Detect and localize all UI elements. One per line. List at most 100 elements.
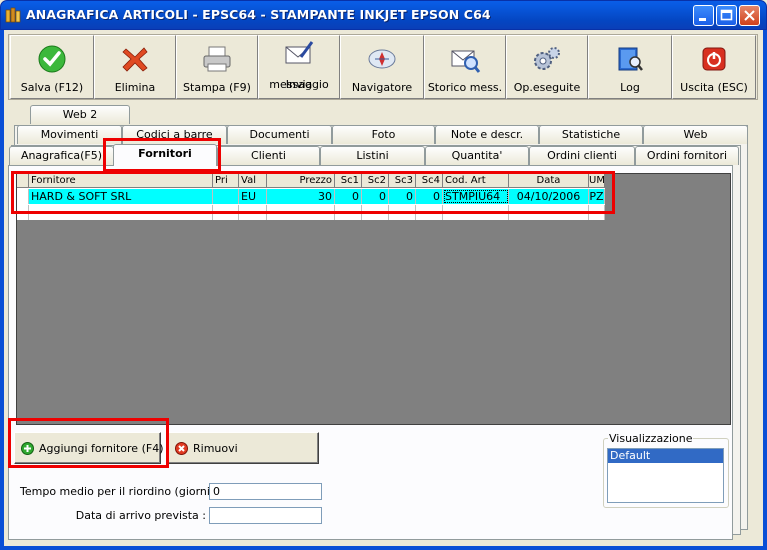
tab-codici-a-barre[interactable]: Codici a barre xyxy=(122,125,227,144)
tab-web-2[interactable]: Web 2 xyxy=(30,105,130,124)
navigator-label: Navigatore xyxy=(351,81,413,94)
column-header-sc4[interactable]: Sc4 xyxy=(416,174,443,188)
cell-fornitore[interactable]: HARD & SOFT SRL xyxy=(29,189,213,204)
tab-statistiche[interactable]: Statistiche xyxy=(539,125,643,144)
print-label: Stampa (F9) xyxy=(183,81,251,94)
empty-cell[interactable] xyxy=(362,205,389,220)
data-arrivo-label: Data di arrivo prevista : xyxy=(75,509,206,522)
row-indicator-header xyxy=(17,174,29,188)
window-frame-left xyxy=(0,30,4,550)
column-header-um[interactable]: UM xyxy=(589,174,605,188)
navigator-button[interactable]: Navigatore xyxy=(340,35,424,99)
column-header-pri[interactable]: Pri xyxy=(213,174,239,188)
cell-prezzo[interactable]: 30 xyxy=(267,189,335,204)
row-indicator xyxy=(17,189,29,204)
tempo-riordino-field[interactable]: 0 xyxy=(209,483,322,500)
message-history-label: Storico mess. xyxy=(427,81,503,94)
empty-cell[interactable] xyxy=(416,205,443,220)
column-header-prezzo[interactable]: Prezzo xyxy=(267,174,335,188)
log-label: Log xyxy=(620,81,640,94)
cell-um[interactable]: PZ xyxy=(589,189,605,204)
column-header-sc1[interactable]: Sc1 xyxy=(335,174,362,188)
tab-note-e-descr[interactable]: Note e descr. xyxy=(435,125,539,144)
save-button[interactable]: Salva (F12) xyxy=(10,35,94,99)
tab-web[interactable]: Web xyxy=(643,125,748,144)
empty-cell[interactable] xyxy=(335,205,362,220)
list-item[interactable]: Default xyxy=(608,449,723,463)
suppliers-grid[interactable]: Fornitore Pri Val Prezzo Sc1 Sc2 Sc3 Sc4… xyxy=(17,174,605,220)
printer-icon xyxy=(203,46,231,72)
empty-cell[interactable] xyxy=(213,205,239,220)
tab-anagrafica[interactable]: Anagrafica(F5) xyxy=(9,146,114,165)
print-button[interactable]: Stampa (F9) xyxy=(176,35,258,99)
delete-label: Elimina xyxy=(114,81,156,94)
log-button[interactable]: Log xyxy=(588,35,672,99)
cell-val[interactable]: EU xyxy=(239,189,267,204)
operations-button[interactable]: Op.eseguite xyxy=(506,35,588,99)
column-header-fornitore[interactable]: Fornitore xyxy=(29,174,213,188)
message-history-button[interactable]: Storico mess. xyxy=(424,35,506,99)
empty-cell[interactable] xyxy=(389,205,416,220)
power-icon xyxy=(702,47,726,71)
delete-button[interactable]: Elimina xyxy=(94,35,176,99)
close-icon xyxy=(744,10,755,21)
empty-cell[interactable] xyxy=(239,205,267,220)
cell-sc2[interactable]: 0 xyxy=(362,189,389,204)
send-message-button[interactable]: Invia messaggio xyxy=(258,35,340,99)
add-supplier-label: Aggiungi fornitore (F4) xyxy=(39,442,164,455)
tab-listini[interactable]: Listini xyxy=(320,146,425,165)
minimize-button[interactable] xyxy=(693,5,714,26)
remove-button[interactable]: Rimuovi xyxy=(167,432,319,464)
column-header-sc3[interactable]: Sc3 xyxy=(389,174,416,188)
tab-ordini-clienti[interactable]: Ordini clienti xyxy=(529,146,635,165)
tempo-riordino-label: Tempo medio per il riordino (giorni) : xyxy=(20,485,222,498)
tab-quantita[interactable]: Quantita' xyxy=(425,146,529,165)
exit-button[interactable]: Uscita (ESC) xyxy=(672,35,756,99)
window-frame-bottom xyxy=(0,546,767,550)
maximize-icon xyxy=(720,9,733,21)
close-button[interactable] xyxy=(739,5,760,26)
add-supplier-button[interactable]: Aggiungi fornitore (F4) xyxy=(14,432,164,464)
empty-cell[interactable] xyxy=(509,205,589,220)
exit-label: Uscita (ESC) xyxy=(680,81,748,94)
empty-cell[interactable] xyxy=(443,205,509,220)
column-header-data[interactable]: Data xyxy=(509,174,589,188)
send-message-label-line2: messaggio xyxy=(269,78,329,91)
column-header-cod-art[interactable]: Cod. Art xyxy=(443,174,509,188)
cell-sc3[interactable]: 0 xyxy=(389,189,416,204)
visualizzazione-legend: Visualizzazione xyxy=(608,432,694,445)
cell-sc1[interactable]: 0 xyxy=(335,189,362,204)
empty-cell[interactable] xyxy=(267,205,335,220)
gears-icon xyxy=(534,47,560,70)
tab-fornitori[interactable]: Fornitori xyxy=(113,144,217,166)
app-icon xyxy=(5,7,21,23)
tab-clienti[interactable]: Clienti xyxy=(217,146,320,165)
book-search-icon xyxy=(618,47,643,71)
column-header-val[interactable]: Val xyxy=(239,174,267,188)
tab-movimenti[interactable]: Movimenti xyxy=(17,125,122,144)
remove-icon xyxy=(175,442,188,455)
send-message-label: Invia messaggio xyxy=(259,79,339,95)
column-header-sc2[interactable]: Sc2 xyxy=(362,174,389,188)
empty-cell[interactable] xyxy=(589,205,605,220)
operations-label: Op.eseguite xyxy=(513,81,581,94)
window-frame-right xyxy=(763,30,767,550)
tab-foto[interactable]: Foto xyxy=(332,125,435,144)
save-label: Salva (F12) xyxy=(20,81,84,94)
remove-label: Rimuovi xyxy=(193,442,238,455)
cell-data[interactable]: 04/10/2006 xyxy=(509,189,589,204)
empty-cell[interactable] xyxy=(29,205,213,220)
tab-documenti[interactable]: Documenti xyxy=(227,125,332,144)
window-title: ANAGRAFICA ARTICOLI - EPSC64 - STAMPANTE… xyxy=(26,7,491,22)
maximize-button[interactable] xyxy=(716,5,737,26)
plus-icon xyxy=(21,442,34,455)
tab-ordini-fornitori[interactable]: Ordini fornitori xyxy=(635,146,739,165)
cell-cod-art[interactable]: STMPIU64 xyxy=(443,189,509,204)
envelope-search-icon xyxy=(451,50,481,73)
minimize-icon xyxy=(699,18,706,21)
data-arrivo-field[interactable] xyxy=(209,507,322,524)
envelope-pen-icon xyxy=(285,41,314,64)
compass-icon xyxy=(368,49,396,69)
cell-sc4[interactable]: 0 xyxy=(416,189,443,204)
cell-pri[interactable] xyxy=(213,189,239,204)
